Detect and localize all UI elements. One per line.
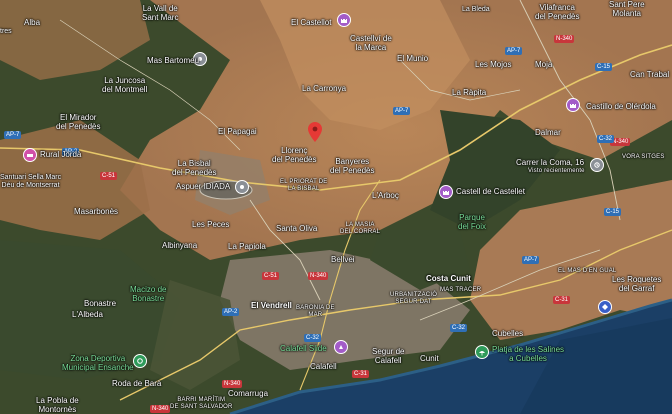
road-shield-c32: C-32: [450, 324, 468, 332]
place-label: Banyeres del Penedès: [330, 157, 375, 175]
road-shield-ap7: AP-7: [522, 256, 540, 264]
castle-pin-icon[interactable]: [439, 185, 453, 199]
castle-pin-icon[interactable]: [566, 98, 580, 112]
place-label: Dalmar: [535, 128, 561, 137]
place-label: MAS TRACER: [440, 287, 482, 293]
road-shield-n340: N-340: [222, 380, 243, 388]
place-label: Albinyana: [162, 241, 198, 250]
place-label: La Vall de Sant Marc: [142, 4, 179, 22]
road-shield-c32: C-32: [597, 135, 615, 143]
place-label: Cubelles: [492, 329, 524, 338]
place-label: Moja: [535, 60, 553, 69]
place-label: El Munio: [397, 54, 429, 63]
place-label: LA MASIA DEL CORRAL: [340, 222, 381, 235]
place-label: L'Arboç: [372, 191, 399, 200]
castle-pin-icon[interactable]: [337, 13, 351, 27]
place-label: Alba: [24, 18, 41, 27]
place-label: La Carronya: [302, 84, 347, 93]
mountain-label: Macizo de Bonastre: [130, 285, 167, 303]
place-label: La Papiola: [228, 242, 266, 251]
place-label: Calafell: [310, 362, 337, 371]
road-shield-ap7: AP-7: [393, 107, 411, 115]
sports-pin-icon[interactable]: [133, 354, 147, 368]
recent-place-label: Carrer la Coma, 16: [516, 158, 585, 167]
place-label: Les Peces: [192, 220, 230, 229]
place-label: Sant Pere Molanta: [609, 0, 645, 18]
place-label: La Juncosa del Montmell: [102, 76, 148, 94]
beach-label: Platja de les Salines a Cubelles: [492, 345, 565, 363]
hotel-pin-icon[interactable]: [23, 148, 37, 162]
road-shield-c15: C-15: [595, 63, 613, 71]
place-label: VORA SITGES: [622, 154, 665, 160]
landmark-pin-icon[interactable]: [598, 300, 612, 314]
place-label: Costa Cunit: [426, 274, 471, 283]
place-label: Aspuer IDIADA: [176, 182, 231, 191]
attraction-label: Calafell Slide: [280, 344, 327, 353]
place-label: Castell de Castellet: [456, 187, 525, 196]
place-label: EL PRIORAT DE LA BISBAL: [280, 179, 328, 192]
place-label: Castillo de Olérdola: [586, 102, 656, 111]
place-pin-icon[interactable]: [235, 180, 249, 194]
place-label: El Castellot: [291, 18, 332, 27]
place-label: La Pobla de Montornès: [36, 396, 79, 414]
place-label: BARONIA DE MAR: [296, 305, 335, 318]
attraction-pin-icon[interactable]: [334, 340, 348, 354]
place-label: Santuari Sella Marc Déu de Montserrat: [0, 174, 62, 189]
road-shield-c51: C-51: [262, 272, 280, 280]
park-label: Parque del Foix: [458, 213, 487, 231]
place-label: Les Roquetes del Garraf: [612, 275, 662, 293]
place-label: EL MAS D'EN GUAL: [558, 268, 617, 274]
place-label: Les Mojos: [475, 60, 512, 69]
road-shield-ap7: AP-7: [4, 131, 22, 139]
place-label: Masarbonès: [74, 207, 119, 216]
recent-place-pin-icon[interactable]: [590, 158, 604, 172]
place-label: URBANITZACIÓ SEGUR DAT: [390, 292, 438, 305]
place-label: Mas Bartomeu: [147, 56, 200, 65]
place-label: Llorenç del Penedès: [272, 146, 317, 164]
place-label: Rural Jordà: [40, 150, 82, 159]
place-label: El Mirador del Penedès: [56, 113, 101, 131]
selected-location-pin-icon[interactable]: [308, 122, 322, 142]
place-label: Roda de Barà: [112, 379, 162, 388]
place-label: Vilafranca del Penedès: [535, 3, 580, 21]
place-label: La Ràpita: [452, 88, 487, 97]
place-label: BARRI MARÍTIM DE SANT SALVADOR: [170, 397, 233, 410]
place-label: Can Trabal: [630, 70, 670, 79]
road-shield-c51: C-51: [100, 172, 118, 180]
road-shield-c15: C-15: [604, 208, 622, 216]
satellite-map[interactable]: AP-7 C-51 N-340 AP-7 C-15 N-340 AP-7 C-3…: [0, 0, 672, 414]
recent-place-sublabel: Visto recientemente: [528, 168, 585, 174]
beach-pin-icon[interactable]: [475, 345, 489, 359]
place-label: La Bleda: [462, 6, 490, 13]
road-shield-n340: N-340: [554, 35, 575, 43]
road-shield-c32: C-32: [304, 334, 322, 342]
place-label: El Vendrell: [251, 301, 292, 310]
place-label: Bellvei: [331, 255, 355, 264]
place-label: Castellví de la Marca: [350, 34, 392, 52]
road-shield-n340: N-340: [150, 405, 171, 413]
road-shield-n340: N-340: [308, 272, 329, 280]
place-label: El Papagai: [218, 127, 257, 136]
road-shield-c31: C-31: [553, 296, 571, 304]
place-label: L'Albeda: [72, 310, 103, 319]
place-label: Bonastre: [84, 299, 117, 308]
place-label: Segur de Calafell: [372, 347, 405, 365]
place-label: La Bisbal del Penedès: [172, 159, 217, 177]
park-label: Zona Deportiva Municipal Ensanche: [62, 354, 134, 372]
place-label: Comarruga: [228, 389, 269, 398]
place-label: tres: [0, 28, 12, 35]
place-label: Cunit: [420, 354, 439, 363]
place-label: Santa Oliva: [276, 224, 318, 233]
road-shield-ap2: AP-2: [222, 308, 240, 316]
road-shield-ap7: AP-7: [505, 47, 523, 55]
road-shield-c31: C-31: [352, 370, 370, 378]
